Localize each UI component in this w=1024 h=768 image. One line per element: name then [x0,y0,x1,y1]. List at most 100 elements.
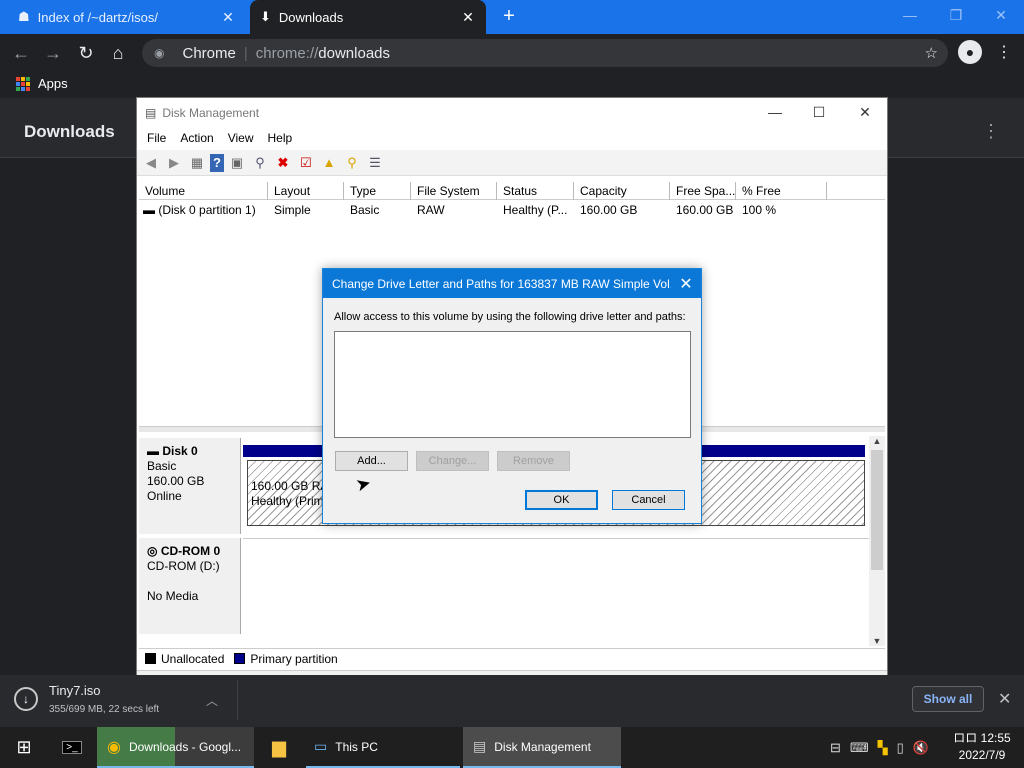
reload-icon[interactable]: ↻ [75,42,97,64]
check-icon[interactable]: ☑ [296,154,316,172]
close-icon[interactable]: ✕ [671,274,701,294]
col-filesystem[interactable]: File System [411,182,497,200]
more-actions-icon[interactable]: ⋮ [982,121,1000,142]
keyboard-icon[interactable]: ⌨ [850,740,869,756]
url-scheme: chrome:// [255,44,319,62]
clock-date: 2022/7/9 [958,748,1006,762]
close-window-icon[interactable]: ✕ [988,4,1014,26]
network-icon[interactable]: ⊟ [830,740,841,756]
drive-paths-list[interactable] [334,331,691,438]
search-folder-icon[interactable]: ⚲ [342,154,362,172]
cdrom-media: No Media [147,589,199,603]
window-title: Disk Management [162,106,260,120]
scroll-down-icon[interactable]: ▼ [869,636,885,646]
connect-icon[interactable]: ⚲ [250,154,270,172]
disk-0-label[interactable]: ▬ Disk 0 Basic 160.00 GB Online [139,438,241,534]
cdrom-0-label[interactable]: ◎ CD-ROM 0 CD-ROM (D:) No Media [139,538,241,634]
close-shelf-icon[interactable]: ✕ [998,689,1011,709]
back-icon[interactable]: ◀ [141,154,161,172]
volume-name: (Disk 0 partition 1) [158,203,256,217]
color-icon[interactable]: ▚ [878,740,888,756]
cdrom-name: CD-ROM 0 [160,544,221,558]
file-explorer-icon[interactable]: ▆ [266,727,292,768]
add-button[interactable]: Add... [335,451,408,471]
dialog-title: Change Drive Letter and Paths for 163837… [332,276,671,291]
close-icon[interactable]: ✕ [220,9,236,26]
tab-downloads[interactable]: ⬇ Downloads ✕ [250,0,486,34]
scroll-up-icon[interactable]: ▲ [869,436,885,446]
menu-action[interactable]: Action [180,128,213,148]
menu-file[interactable]: File [147,128,166,148]
clock[interactable]: ロロ 12:55 2022/7/9 [950,730,1014,764]
menu-view[interactable]: View [228,128,254,148]
delete-icon[interactable]: ✖ [273,154,293,172]
battery-icon[interactable]: ▯ [897,740,904,756]
col-layout[interactable]: Layout [268,182,344,200]
star-icon[interactable]: ☆ [925,44,938,62]
col-status[interactable]: Status [497,182,574,200]
dialog-titlebar[interactable]: Change Drive Letter and Paths for 163837… [323,269,701,298]
forward-icon[interactable]: → [42,42,64,64]
remove-button[interactable]: Remove [497,451,570,471]
download-progress-icon: ↓ [14,687,38,711]
site-label: Chrome [182,44,236,62]
help-icon[interactable]: ? [210,153,224,172]
show-hide-tree-icon[interactable]: ▦ [187,154,207,172]
close-icon[interactable]: ✕ [853,104,877,121]
col-capacity[interactable]: Capacity [574,182,670,200]
disk-management-icon: ▤ [473,738,487,754]
forward-icon[interactable]: ▶ [164,154,184,172]
volume-muted-icon[interactable]: 🔇 [913,740,929,756]
list-icon[interactable]: ☰ [365,154,385,172]
menu-kebab-icon[interactable]: ⋮ [996,42,1012,62]
change-button[interactable]: Change... [416,451,489,471]
col-free-space[interactable]: Free Spa... [670,182,736,200]
tab-index-isos[interactable]: ☗ Index of /~dartz/isos/ ✕ [8,0,246,34]
menu-help[interactable]: Help [268,128,293,148]
maximize-icon[interactable]: ☐ [807,104,831,121]
show-all-button[interactable]: Show all [912,686,984,712]
taskbar-this-pc[interactable]: ▭ This PC [306,727,460,768]
apps-grid-icon [16,76,30,91]
profile-icon[interactable]: ● [958,40,982,64]
properties-icon[interactable]: ▣ [227,154,247,172]
taskbar-disk-management[interactable]: ▤ Disk Management [463,727,621,768]
unallocated-swatch [145,653,156,664]
cell-free-space: 160.00 GB [676,203,734,217]
page-icon: ☗ [18,9,30,24]
taskbar-chrome[interactable]: ◉ Downloads - Googl... [97,727,254,768]
clock-time: 12:55 [980,731,1011,745]
back-icon[interactable]: ← [10,42,32,64]
col-percent-free[interactable]: % Free [736,182,827,200]
disk-name: Disk 0 [162,444,198,458]
cell-type: Basic [350,203,380,217]
close-icon[interactable]: ✕ [460,9,476,26]
divider: | [243,44,248,62]
windows-start-icon[interactable]: ⊞ [10,727,38,768]
legend-unallocated: Unallocated [161,651,225,666]
download-filename[interactable]: Tiny7.iso [49,683,101,698]
restore-icon[interactable]: ❐ [943,4,969,26]
cancel-button[interactable]: Cancel [612,490,685,510]
cdrom-area [243,538,869,634]
primary-swatch [234,653,246,664]
terminal-icon[interactable]: >_ [60,727,84,768]
divider [237,680,238,720]
home-icon[interactable]: ⌂ [107,42,129,64]
new-tab-button[interactable]: + [498,5,520,27]
apps-shortcut[interactable]: Apps [16,76,68,91]
minimize-icon[interactable]: — [763,104,787,120]
minimize-icon[interactable]: — [897,4,923,26]
table-row[interactable]: ▬ (Disk 0 partition 1) Simple Basic RAW … [139,201,885,219]
address-bar[interactable]: ◉ Chrome | chrome:// downloads ☆ [142,39,948,67]
drive-icon: ▬ [143,203,159,217]
taskbar-disk-management-label: Disk Management [494,739,591,754]
disk-size: 160.00 GB [147,474,205,488]
scrollbar-thumb[interactable] [871,450,883,570]
chevron-up-icon[interactable]: ︿ [206,692,218,709]
ok-button[interactable]: OK [525,490,598,510]
page-title: Downloads [24,122,115,141]
folder-up-icon[interactable]: ▲ [319,154,339,172]
col-type[interactable]: Type [344,182,411,200]
col-volume[interactable]: Volume [139,182,268,200]
